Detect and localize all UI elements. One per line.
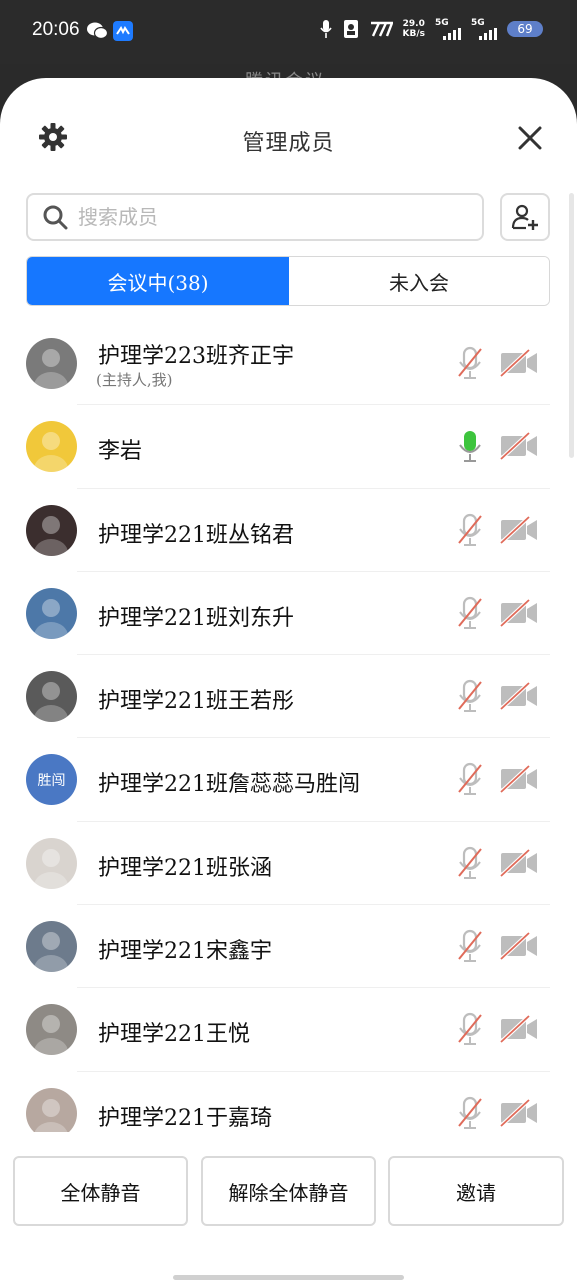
close-icon[interactable]: [515, 123, 545, 153]
avatar: [26, 504, 77, 556]
mic-status-icon: [319, 20, 332, 38]
avatar: [26, 837, 77, 889]
signal-2: 5G: [471, 18, 497, 40]
member-role: (主持人,我): [96, 371, 173, 389]
mic-muted-icon[interactable]: [456, 596, 484, 632]
member-name: 护理学221班张涵: [98, 855, 272, 881]
avatar: [26, 921, 77, 973]
camera-off-icon[interactable]: [499, 349, 539, 377]
member-tabs: 会议中(38) 未入会: [26, 256, 550, 306]
meeting-app-icon: [113, 21, 133, 41]
mic-muted-icon[interactable]: [456, 1012, 484, 1048]
search-input[interactable]: [76, 204, 460, 230]
avatar: [26, 1004, 77, 1056]
contact-card-icon: [343, 20, 358, 38]
member-row[interactable]: 护理学223班齐正宇 (主持人,我): [0, 322, 577, 406]
search-box[interactable]: [26, 193, 484, 241]
camera-off-icon[interactable]: [499, 848, 539, 877]
avatar: 胜闯: [26, 754, 77, 806]
footer-actions: 全体静音 解除全体静音 邀请: [0, 1156, 577, 1236]
status-bar: 20:06 29.0 KB/s 5G 5G 69: [0, 0, 577, 64]
camera-off-icon[interactable]: [499, 515, 539, 544]
mic-muted-icon[interactable]: [456, 846, 484, 882]
invite-button[interactable]: 邀请: [388, 1156, 564, 1226]
signal-bars-icon: [443, 28, 461, 40]
mic-muted-icon[interactable]: [456, 513, 484, 549]
mute-all-button[interactable]: 全体静音: [13, 1156, 188, 1226]
wechat-icon: [87, 22, 108, 40]
member-row[interactable]: 护理学221班丛铭君: [0, 489, 577, 572]
add-user-icon: [511, 204, 538, 230]
member-name: 护理学221宋鑫宇: [98, 939, 272, 965]
unmute-all-button[interactable]: 解除全体静音: [201, 1156, 376, 1226]
member-name: 护理学221班王若彤: [98, 689, 294, 715]
status-right: 29.0 KB/s 5G 5G 69: [319, 18, 543, 40]
member-row[interactable]: 护理学221宋鑫宇: [0, 905, 577, 989]
avatar: [26, 421, 77, 473]
member-name: 护理学221班刘东升: [98, 605, 294, 631]
camera-off-icon[interactable]: [499, 432, 539, 461]
member-name: 护理学221王悦: [98, 1022, 250, 1048]
sheet-header: 管理成员: [0, 78, 577, 198]
member-row[interactable]: 李岩: [0, 405, 577, 489]
member-name: 护理学221班詹蕊蕊马胜闯: [98, 772, 360, 798]
search-icon: [43, 205, 68, 230]
member-name: 护理学223班齐正宇: [98, 344, 294, 369]
camera-off-icon[interactable]: [499, 598, 539, 627]
manage-members-sheet: 管理成员 会议中(38) 未入会 护理学223班齐正宇(主持人,我)李岩护理学2…: [0, 78, 577, 1282]
mic-muted-icon[interactable]: [456, 929, 484, 965]
mic-muted-icon[interactable]: [456, 1096, 484, 1132]
network-speed: 29.0 KB/s: [402, 19, 425, 39]
member-list: 护理学223班齐正宇 (主持人,我) 李岩 护理学221班丛铭君 护理学221班刘东升护…: [0, 322, 577, 1132]
tab-in-meeting[interactable]: 会议中(38): [27, 257, 289, 305]
camera-off-icon[interactable]: [499, 682, 539, 711]
status-time: 20:06: [32, 19, 80, 40]
avatar: [26, 587, 77, 639]
battery-indicator: 69: [507, 21, 543, 37]
mic-muted-icon[interactable]: [456, 346, 484, 382]
avatar: [26, 671, 77, 723]
member-row[interactable]: 护理学221王悦: [0, 988, 577, 1072]
member-row[interactable]: 胜闯 护理学221班詹蕊蕊马胜闯: [0, 738, 577, 822]
add-member-button[interactable]: [500, 193, 550, 241]
mic-on-icon[interactable]: [456, 429, 484, 465]
avatar: [26, 338, 77, 389]
camera-off-icon[interactable]: [499, 765, 539, 794]
member-row[interactable]: 护理学221于嘉琦: [0, 1072, 577, 1132]
tab-not-joined[interactable]: 未入会: [289, 257, 549, 305]
camera-off-icon[interactable]: [499, 1098, 539, 1127]
mic-muted-icon[interactable]: [456, 679, 484, 715]
member-name: 护理学221班丛铭君: [98, 522, 294, 548]
member-row[interactable]: 护理学221班王若彤: [0, 655, 577, 739]
mic-muted-icon[interactable]: [456, 762, 484, 798]
member-row[interactable]: 护理学221班张涵: [0, 822, 577, 906]
carrier-icon: [370, 21, 393, 37]
camera-off-icon[interactable]: [499, 1015, 539, 1044]
signal-1: 5G: [435, 18, 461, 40]
avatar: [26, 1087, 77, 1132]
member-name: 护理学221于嘉琦: [98, 1105, 272, 1131]
camera-off-icon[interactable]: [499, 932, 539, 961]
member-name: 李岩: [98, 439, 143, 465]
signal-bars-icon: [479, 28, 497, 40]
home-indicator: [173, 1275, 404, 1280]
member-row[interactable]: 护理学221班刘东升: [0, 572, 577, 656]
sheet-title: 管理成员: [242, 131, 335, 156]
